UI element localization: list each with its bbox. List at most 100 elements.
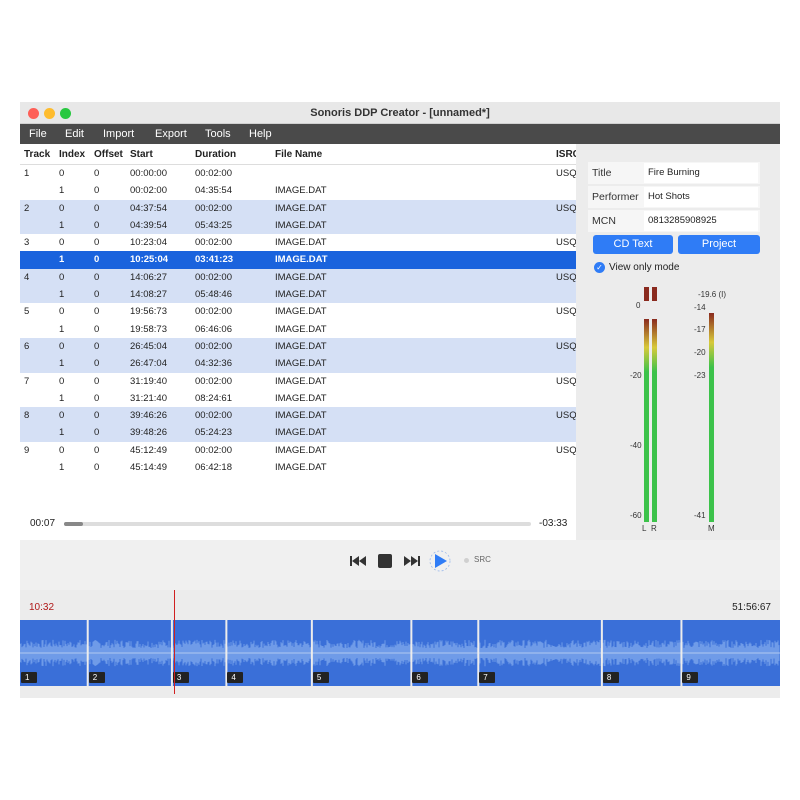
cell-offset: 0: [94, 410, 100, 422]
cell-duration: 04:35:54: [195, 185, 232, 197]
table-row[interactable]: 1 0 10:25:04 03:41:23 IMAGE.DAT: [20, 251, 576, 269]
cell-offset: 0: [94, 202, 100, 214]
cell-duration: 06:46:06: [195, 323, 232, 335]
m-scale-17: -17: [694, 325, 706, 334]
fast-forward-icon[interactable]: [403, 554, 421, 568]
cell-start: 31:21:40: [130, 392, 167, 404]
track-marker[interactable]: 9: [682, 672, 699, 683]
table-row[interactable]: 7 0 0 31:19:40 00:02:00 IMAGE.DAT USQ: [20, 373, 576, 390]
column-file-name[interactable]: File Name: [275, 144, 322, 165]
cell-file: IMAGE.DAT: [275, 202, 327, 214]
performer-field: Performer Hot Shots: [588, 186, 760, 208]
cell-start: 45:14:49: [130, 462, 167, 474]
channel-label-left: L: [642, 524, 647, 533]
table-row[interactable]: 3 0 0 10:23:04 00:02:00 IMAGE.DAT USQ: [20, 234, 576, 251]
playhead[interactable]: [174, 590, 176, 694]
lr-scale-20: -20: [630, 371, 642, 380]
menu-import[interactable]: Import: [103, 124, 134, 144]
cell-track: 7: [24, 375, 30, 387]
m-scale-41: -41: [694, 511, 706, 520]
column-index[interactable]: Index: [59, 144, 85, 165]
peak-hold-right: [652, 287, 657, 301]
cd-text-button[interactable]: CD Text: [593, 235, 673, 254]
cell-offset: 0: [94, 306, 100, 318]
table-row[interactable]: 8 0 0 39:46:26 00:02:00 IMAGE.DAT USQ: [20, 407, 576, 425]
table-row[interactable]: 1 0 31:21:40 08:24:61 IMAGE.DAT: [20, 390, 576, 407]
table-row[interactable]: 1 0 19:58:73 06:46:06 IMAGE.DAT: [20, 321, 576, 338]
table-row[interactable]: 1 0 14:08:27 05:48:46 IMAGE.DAT: [20, 286, 576, 304]
checkbox-icon[interactable]: ✓: [594, 262, 605, 273]
table-row[interactable]: 9 0 0 45:12:49 00:02:00 IMAGE.DAT USQ: [20, 442, 576, 459]
momentary-peak-value: -19.6 (I): [698, 290, 727, 299]
cell-index: 1: [59, 462, 65, 474]
table-row[interactable]: 1 0 45:14:49 06:42:18 IMAGE.DAT: [20, 459, 576, 476]
cell-track: 2: [24, 202, 30, 214]
cell-index: 0: [59, 444, 65, 456]
stop-icon[interactable]: [377, 553, 393, 569]
track-marker[interactable]: 3: [172, 672, 189, 683]
menu-file[interactable]: File: [29, 124, 47, 144]
cell-offset: 0: [94, 462, 100, 474]
mcn-input[interactable]: 0813285908925: [644, 211, 758, 231]
title-label: Title: [592, 167, 612, 179]
table-row[interactable]: 4 0 0 14:06:27 00:02:00 IMAGE.DAT USQ: [20, 268, 576, 287]
column-isrc[interactable]: ISRC: [556, 144, 576, 165]
meter-bar-right: [652, 319, 657, 522]
cell-index: 0: [59, 306, 65, 318]
cell-start: 04:37:54: [130, 202, 167, 214]
cell-offset: 0: [94, 168, 100, 179]
play-icon[interactable]: [429, 550, 451, 572]
cell-index: 0: [59, 271, 65, 283]
src-label[interactable]: SRC: [474, 555, 491, 564]
menu-tools[interactable]: Tools: [205, 124, 231, 144]
column-offset[interactable]: Offset: [94, 144, 123, 165]
table-row[interactable]: 1 0 00:02:00 04:35:54 IMAGE.DAT: [20, 182, 576, 199]
cell-track: 4: [24, 271, 30, 283]
project-button[interactable]: Project: [678, 235, 760, 254]
progress-fill: [64, 522, 83, 526]
menu-edit[interactable]: Edit: [65, 124, 84, 144]
transport-bar: SRC: [20, 540, 780, 590]
cell-duration: 00:02:00: [195, 271, 232, 283]
cell-index: 0: [59, 237, 65, 249]
cell-file: IMAGE.DAT: [275, 375, 327, 387]
table-row[interactable]: 1 0 39:48:26 05:24:23 IMAGE.DAT: [20, 424, 576, 442]
table-row[interactable]: 1 0 0 00:00:00 00:02:00 USQ: [20, 165, 576, 182]
cell-isrc: USQ: [556, 237, 576, 249]
table-row[interactable]: 5 0 0 19:56:73 00:02:00 IMAGE.DAT USQ: [20, 303, 576, 320]
track-marker[interactable]: 4: [227, 672, 244, 683]
cell-offset: 0: [94, 375, 100, 387]
menu-export[interactable]: Export: [155, 124, 187, 144]
column-duration[interactable]: Duration: [195, 144, 236, 165]
performer-input[interactable]: Hot Shots: [644, 187, 758, 207]
cell-track: 8: [24, 410, 30, 422]
cell-isrc: USQ: [556, 168, 576, 179]
track-marker[interactable]: 1: [21, 672, 37, 683]
track-marker[interactable]: 2: [88, 672, 105, 683]
title-input[interactable]: Fire Burning: [644, 163, 758, 183]
column-start[interactable]: Start: [130, 144, 153, 165]
cell-index: 1: [59, 289, 65, 301]
mcn-label: MCN: [592, 215, 616, 227]
track-marker[interactable]: 5: [312, 672, 329, 683]
track-marker[interactable]: 7: [479, 672, 496, 683]
table-row[interactable]: 1 0 04:39:54 05:43:25 IMAGE.DAT: [20, 216, 576, 235]
column-track[interactable]: Track: [24, 144, 50, 165]
table-row[interactable]: 6 0 0 26:45:04 00:02:00 IMAGE.DAT USQ: [20, 337, 576, 356]
cell-isrc: USQ: [556, 444, 576, 456]
cell-duration: 05:43:25: [195, 219, 232, 231]
table-row[interactable]: 1 0 26:47:04 04:32:36 IMAGE.DAT: [20, 355, 576, 373]
cell-track: 3: [24, 237, 30, 249]
rewind-icon[interactable]: [349, 554, 367, 568]
loudness-meter: 0 -20 -40 -60 L R -19.6 (I) -14 -17 -20 …: [594, 282, 764, 542]
table-row[interactable]: 2 0 0 04:37:54 00:02:00 IMAGE.DAT USQ: [20, 199, 576, 217]
cell-track: 5: [24, 306, 30, 318]
cell-offset: 0: [94, 289, 100, 301]
waveform[interactable]: [20, 620, 780, 686]
menu-help[interactable]: Help: [249, 124, 272, 144]
track-marker[interactable]: 8: [602, 672, 619, 683]
cell-track: 6: [24, 340, 30, 352]
cell-index: 1: [59, 185, 65, 197]
track-marker[interactable]: 6: [412, 672, 429, 683]
progress-track[interactable]: [64, 522, 531, 526]
